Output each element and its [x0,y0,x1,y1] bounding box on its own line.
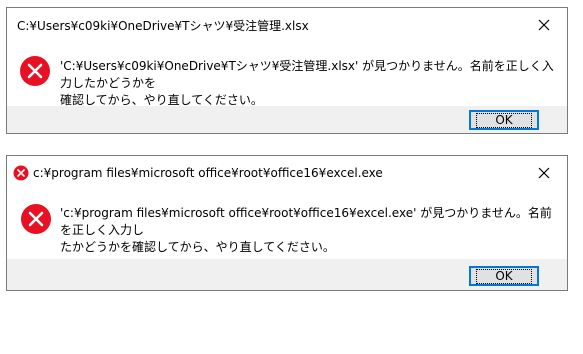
title-bar[interactable]: C:¥Users¥c09ki¥OneDrive¥Tシャツ¥受注管理.xlsx [7,8,567,42]
ok-button[interactable]: OK [469,110,539,130]
error-icon [20,56,50,86]
close-icon [538,167,550,179]
ok-button[interactable]: OK [469,266,539,286]
error-message: 'C:¥Users¥c09ki¥OneDrive¥Tシャツ¥受注管理.xlsx'… [60,59,554,107]
error-message: 'c:¥program files¥microsoft office¥root¥… [60,206,552,254]
title-bar[interactable]: c:¥program files¥microsoft office¥root¥o… [7,156,567,190]
error-icon [13,165,29,181]
dialog-title: C:¥Users¥c09ki¥OneDrive¥Tシャツ¥受注管理.xlsx [17,18,309,33]
dialog-title: c:¥program files¥microsoft office¥root¥o… [33,166,383,180]
error-dialog-2: c:¥program files¥microsoft office¥root¥o… [6,155,568,291]
close-button[interactable] [521,8,567,42]
button-bar: OK [7,106,567,133]
ok-button-label: OK [476,112,532,128]
close-button[interactable] [521,156,567,190]
close-icon [538,19,550,31]
error-dialog-1: C:¥Users¥c09ki¥OneDrive¥Tシャツ¥受注管理.xlsx '… [6,7,568,134]
error-icon [21,204,51,234]
button-bar: OK [7,259,567,290]
ok-button-label: OK [476,268,532,284]
